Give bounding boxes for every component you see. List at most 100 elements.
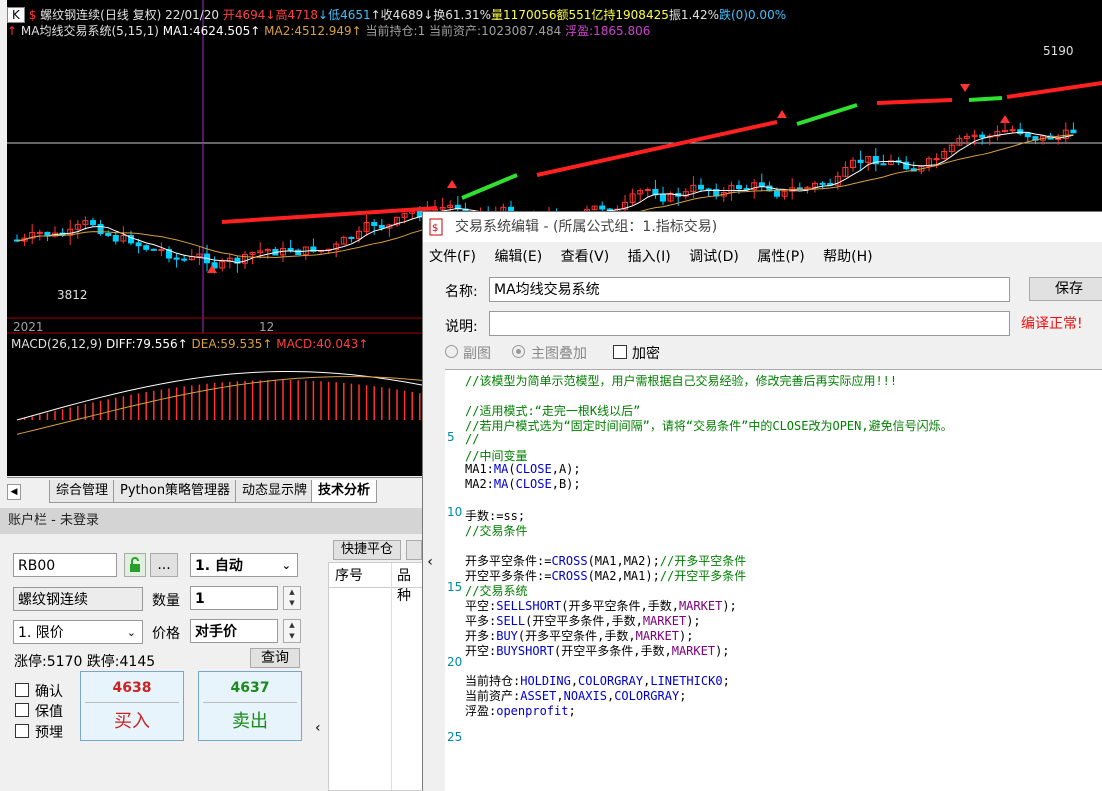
- menu-file[interactable]: 文件(F): [429, 249, 476, 265]
- code-token: MARKET: [635, 629, 679, 643]
- sell-signal-icon: [960, 84, 970, 92]
- quote-field-3: 22/01/20: [161, 8, 220, 22]
- code-token: 手数:=ss;: [465, 509, 526, 523]
- tab-technical-analysis[interactable]: 技术分析: [311, 480, 378, 503]
- candle-body: [143, 245, 150, 250]
- dialog-title-bar: $ 交易系统编辑 - (所属公式组：1.指标交易): [423, 212, 1102, 242]
- code-token: MA: [493, 462, 509, 476]
- subchart-radio[interactable]: [445, 345, 458, 358]
- candle-body: [758, 182, 765, 187]
- candle-body: [857, 159, 864, 163]
- code-token: (开多平空条件,手数,: [517, 629, 636, 643]
- code-token: CLOSE: [515, 477, 552, 491]
- price-low-label: 3812: [57, 288, 88, 302]
- order-panel: RB00 ... 1. 自动 ⌄ 螺纹钢连续 数量 1 ▲ ▼ 1. 限价 ⌄ 价格 …: [0, 534, 424, 791]
- system-field-2: MA1:4624.505↑: [158, 24, 261, 38]
- short-position-segment: [461, 173, 518, 200]
- confirm-checkbox[interactable]: [15, 683, 29, 697]
- candle-body: [112, 234, 119, 242]
- more-button[interactable]: ...: [150, 553, 178, 577]
- line-number-gutter: 5 10 15 20 25: [445, 370, 463, 791]
- description-input[interactable]: [489, 311, 1010, 336]
- quote-field-9: 量1170056: [491, 8, 557, 22]
- candle-body: [1024, 133, 1031, 138]
- code-token: MARKET: [678, 599, 723, 613]
- lock-icon: [130, 557, 140, 572]
- quantity-stepper[interactable]: ▲ ▼: [283, 586, 301, 610]
- price-type-select[interactable]: 1. 限价 ⌄: [13, 620, 143, 644]
- menu-insert[interactable]: 插入(I): [628, 249, 671, 265]
- candle-body: [181, 258, 188, 261]
- axis-label-year: 2021: [13, 320, 44, 334]
- quote-field-2: 螺纹钢连续(日线 复权): [36, 8, 162, 22]
- line-number: 20: [447, 655, 463, 669]
- more-action-button[interactable]: [406, 540, 422, 560]
- price-high-label: 5190: [1043, 44, 1074, 58]
- tab-scroll-left-icon[interactable]: ◀: [7, 484, 21, 500]
- system-field-4: 当前持仓:1: [361, 24, 426, 38]
- code-token: (MA1,MA2);: [587, 554, 660, 568]
- quantity-input[interactable]: 1: [190, 586, 278, 610]
- chevron-down-icon: ⌄: [281, 559, 291, 572]
- long-position-segment: [876, 98, 953, 105]
- code-token: ;: [568, 704, 576, 718]
- code-token: 平多:: [465, 614, 497, 628]
- name-input[interactable]: MA均线交易系统: [489, 277, 1010, 302]
- candle-body: [1055, 137, 1062, 140]
- code-editor[interactable]: 5 10 15 20 25 //该模型为简单示范模型，用户需根据自己交易经验，修…: [445, 369, 1102, 791]
- tab-dynamic-board[interactable]: 动态显示牌: [235, 480, 315, 503]
- line-number: 10: [447, 505, 463, 519]
- candle-body: [135, 242, 142, 247]
- document-icon: $: [429, 218, 443, 236]
- system-field-6: 浮盈:1865.806: [561, 24, 651, 38]
- menu-debug[interactable]: 调试(D): [689, 249, 739, 265]
- hedge-checkbox[interactable]: [15, 703, 29, 717]
- candle-body: [371, 222, 378, 226]
- menu-properties[interactable]: 属性(P): [757, 249, 804, 265]
- candle-body: [348, 236, 355, 239]
- code-token: MA2:: [465, 477, 494, 491]
- sell-button[interactable]: 4637 卖出: [198, 671, 302, 741]
- quick-close-button[interactable]: 快捷平仓: [333, 540, 401, 560]
- chevron-down-icon: ⌄: [126, 626, 136, 639]
- buy-signal-icon: [1000, 115, 1010, 123]
- mainchart-radio[interactable]: [512, 345, 525, 358]
- menu-view[interactable]: 查看(V): [561, 249, 610, 265]
- system-field-5: 当前资产:1023087.484: [425, 24, 562, 38]
- query-button[interactable]: 查询: [250, 648, 300, 668]
- code-token: ;: [679, 689, 687, 703]
- candle-body: [774, 190, 780, 197]
- preorder-checkbox[interactable]: [15, 724, 29, 738]
- code-token: COLORGRAY: [614, 689, 680, 703]
- code-token: );: [686, 614, 701, 628]
- tab-python-strategy[interactable]: Python策略管理器: [113, 480, 238, 503]
- encrypt-checkbox[interactable]: [613, 345, 627, 359]
- mode-select[interactable]: 1. 自动 ⌄: [190, 553, 298, 577]
- menu-edit[interactable]: 编辑(E): [494, 249, 542, 265]
- candle-body: [378, 224, 385, 229]
- collapse-panel-icon[interactable]: ‹: [315, 720, 321, 736]
- menu-help[interactable]: 帮助(H): [823, 249, 872, 265]
- lock-button[interactable]: [124, 553, 146, 577]
- code-token: SELLSHORT: [496, 599, 562, 613]
- tab-general[interactable]: 综合管理: [49, 480, 116, 503]
- encrypt-label: 加密: [632, 346, 660, 362]
- buy-signal-icon: [777, 110, 787, 118]
- contract-code-input[interactable]: RB00: [13, 553, 117, 577]
- code-token: (开空平多条件,手数,: [554, 644, 672, 658]
- price-stepper[interactable]: ▲ ▼: [283, 619, 301, 643]
- code-token: CROSS: [551, 569, 588, 583]
- line-number: 15: [447, 580, 463, 594]
- buy-button[interactable]: 4638 买入: [80, 671, 184, 741]
- sell-price: 4637: [230, 680, 270, 696]
- editor-collapse-icon[interactable]: ‹: [423, 542, 437, 582]
- code-token: //交易系统: [465, 584, 528, 598]
- code-token: CLOSE: [515, 462, 552, 476]
- candle-body: [105, 233, 112, 236]
- code-token: ASSET: [520, 689, 557, 703]
- save-button[interactable]: 保存: [1029, 277, 1102, 301]
- price-input[interactable]: 对手价: [190, 619, 278, 643]
- quote-field-7: ↑收4689: [370, 8, 424, 22]
- code-token: MARKET: [671, 644, 716, 658]
- code-line: //若用户模式选为“固定时间间隔”，请将“交易条件”中的CLOSE改为OPEN,…: [465, 417, 953, 434]
